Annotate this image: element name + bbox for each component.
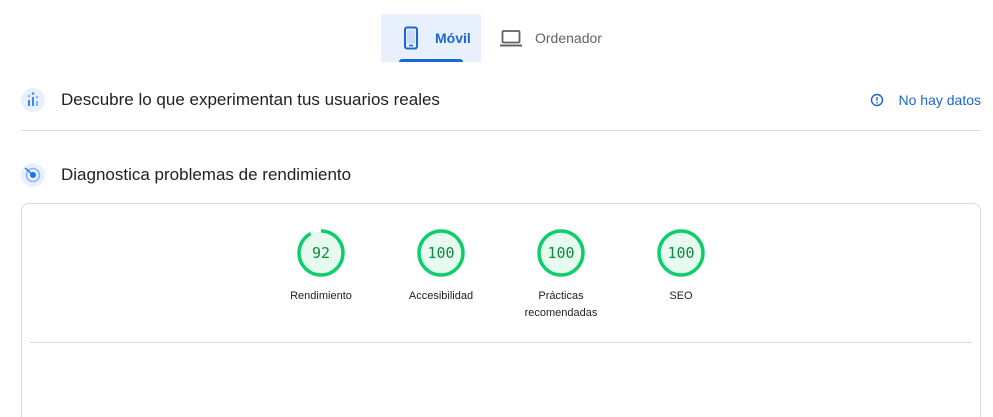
- gauge-score: 100: [547, 244, 574, 262]
- score-gauges: 92 Rendimiento 100 Accesibilidad 100 Prá…: [22, 228, 980, 338]
- field-data-title: Descubre lo que experimentan tus usuario…: [61, 90, 440, 109]
- tab-mobile-label: Móvil: [435, 30, 471, 46]
- smartphone-icon: [399, 26, 423, 50]
- gauge-score: 100: [427, 244, 454, 262]
- lab-data-title: Diagnostica problemas de rendimiento: [61, 165, 352, 184]
- gauge-ring: 100: [537, 229, 585, 277]
- field-data-header: Descubre lo que experimentan tus usuario…: [21, 86, 981, 114]
- gauge-ring: 92: [297, 229, 345, 277]
- gauge-seo[interactable]: 100 SEO: [621, 228, 741, 305]
- gauge-label: SEO: [669, 290, 693, 302]
- gauge-label: Accesibilidad: [408, 290, 474, 302]
- tab-mobile[interactable]: Móvil: [381, 14, 481, 62]
- card-divider: [30, 342, 972, 343]
- no-data-label: No hay datos: [898, 92, 982, 108]
- gauge-score: 92: [312, 244, 330, 262]
- laptop-icon: [499, 26, 523, 50]
- gauge-performance[interactable]: 92 Rendimiento: [261, 228, 381, 305]
- gauge-score: 100: [667, 244, 694, 262]
- section-divider: [21, 130, 981, 131]
- tab-desktop-label: Ordenador: [535, 30, 602, 46]
- tab-desktop[interactable]: Ordenador: [481, 14, 611, 62]
- lab-data-header: Diagnostica problemas de rendimiento: [21, 161, 981, 189]
- gauge-label: Rendimiento: [290, 290, 352, 302]
- scores-card: 92 Rendimiento 100 Accesibilidad 100 Prá…: [21, 203, 981, 417]
- lab-data-icon: [21, 163, 45, 187]
- info-icon: [870, 93, 884, 107]
- gauge-best-practices[interactable]: 100 Prácticas recomendadas: [501, 228, 621, 322]
- gauge-ring: 100: [657, 229, 705, 277]
- device-tabs: Móvil Ordenador: [381, 14, 611, 62]
- user-data-icon: [21, 88, 45, 112]
- gauge-accessibility[interactable]: 100 Accesibilidad: [381, 228, 501, 305]
- gauge-ring: 100: [417, 229, 465, 277]
- no-data-status[interactable]: No hay datos: [870, 92, 982, 108]
- gauge-label: Prácticas recomendadas: [524, 290, 598, 319]
